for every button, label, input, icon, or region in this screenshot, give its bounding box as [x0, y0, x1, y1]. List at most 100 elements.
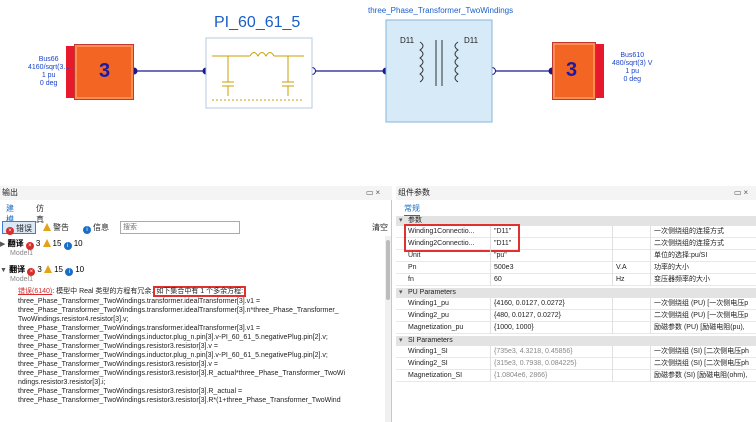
log-line: three_Phase_Transformer_TwoWindings.tran… — [18, 307, 339, 314]
log-line: three_Phase_Transformer_TwoWindings.tran… — [18, 298, 261, 305]
param-unit: V.A — [612, 262, 646, 274]
param-row[interactable]: Magnetization_SI {1.0804e6, 2866} 励磁参数 (… — [396, 370, 756, 382]
param-value[interactable]: {1000, 1000} — [490, 322, 606, 334]
param-desc: 二次侧绕组 (PU) [一次侧电压p — [650, 310, 756, 322]
param-unit — [612, 346, 646, 358]
warning-icon — [42, 239, 51, 247]
param-name: Winding1_pu — [408, 300, 449, 307]
summary-model-2: Model1 — [10, 276, 33, 283]
param-row[interactable]: Winding1_SI {735e3, 4.3218, 0.45856} 一次侧… — [396, 346, 756, 358]
param-row[interactable]: Magnetization_pu {1000, 1000} 励磁参数 (PU) … — [396, 322, 756, 334]
tab-general[interactable]: 常规 — [404, 203, 420, 217]
param-desc: 二次侧绕组的连接方式 — [650, 238, 756, 250]
expand-icon[interactable]: ▶ — [0, 241, 5, 248]
filter-warning-label: 警告 — [53, 223, 69, 232]
log-line: three_Phase_Transformer_TwoWindings.tran… — [18, 325, 261, 332]
param-row[interactable]: Pn 500e3 V.A 功率的大小 — [396, 262, 756, 274]
param-desc: 一次侧绕组的连接方式 — [650, 226, 756, 238]
output-panel-title: 输出 — [0, 186, 392, 200]
param-desc: 单位的选择:pu/SI — [650, 250, 756, 262]
param-name: Unit — [408, 252, 421, 259]
output-panel: 建模 仿真 ×错误 警告 i信息 清空 ▶ 翻译 ×3 15 i10 Model… — [0, 200, 392, 422]
log-line: three_Phase_Transformer_TwoWindings.resi… — [18, 388, 243, 395]
error-code-link[interactable]: 错误(6140) — [18, 288, 52, 295]
log-line: three_Phase_Transformer_TwoWindings.indu… — [18, 352, 328, 359]
bus-left-angle: 0 deg — [39, 80, 58, 87]
winding-left-label: D11 — [400, 36, 415, 45]
param-desc: 一次侧绕组 (PU) [一次侧电压p — [650, 298, 756, 310]
bus-right-number: 3 — [566, 59, 578, 81]
param-value[interactable]: {1.0804e6, 2866} — [490, 370, 606, 382]
info-icon: i — [65, 268, 74, 276]
output-dock-buttons[interactable]: ▭× — [366, 188, 382, 197]
section-si-parameters[interactable]: SI Parameters — [396, 336, 756, 346]
summary-errors: 3 — [35, 239, 41, 248]
param-name: Pn — [408, 264, 417, 271]
summary-label: 翻译 — [9, 265, 26, 274]
pi-line-component[interactable] — [206, 38, 312, 108]
param-unit — [612, 358, 646, 370]
clear-button[interactable]: 清空 — [372, 222, 388, 233]
summary-infos: 10 — [73, 239, 83, 248]
bus-left-pu: 1 pu — [41, 72, 56, 79]
param-unit — [612, 226, 646, 238]
error-log: 错误(6140): 模型中 Real 类型的方程有冗余. 如下集合中有 1 个多余… — [18, 286, 386, 405]
bus-right-pu: 1 pu — [625, 68, 640, 75]
param-desc: 变压器频率的大小 — [650, 274, 756, 286]
summary-infos: 10 — [75, 265, 85, 274]
param-row[interactable]: Unit "pu" 单位的选择:pu/SI — [396, 250, 756, 262]
filter-info-button[interactable]: i 信息 — [80, 221, 112, 234]
param-row[interactable]: fn 60 Hz 变压器频率的大小 — [396, 274, 756, 286]
param-value[interactable]: {315e3, 0.7938, 0.084225} — [490, 358, 606, 370]
summary-warnings: 15 — [52, 239, 62, 248]
param-unit — [612, 298, 646, 310]
section-pu-parameters[interactable]: PU Parameters — [396, 288, 756, 298]
log-line: three_Phase_Transformer_TwoWindings.resi… — [18, 397, 341, 404]
param-row[interactable]: Winding2_pu {480, 0.0127, 0.0272} 二次侧绕组 … — [396, 310, 756, 322]
param-value[interactable]: "pu" — [490, 250, 606, 262]
param-value[interactable]: {4160, 0.0127, 0.0272} — [490, 298, 606, 310]
error-message: : 模型中 Real 类型的方程有冗余. — [52, 288, 154, 295]
param-row[interactable]: Winding1_pu {4160, 0.0127, 0.0272} 一次侧绕组… — [396, 298, 756, 310]
param-unit — [612, 310, 646, 322]
filter-error-button[interactable]: × 错误 — [2, 221, 36, 235]
log-line: three_Phase_Transformer_TwoWindings.indu… — [18, 334, 328, 341]
summary-label: 翻译 — [7, 239, 24, 248]
warning-icon — [44, 265, 53, 273]
param-value[interactable]: {735e3, 4.3218, 0.45856} — [490, 346, 606, 358]
bus-left-voltage: 4160/sqrt(3... — [28, 64, 70, 71]
param-desc: 一次侧绕组 (SI) [二次侧电压ph — [650, 346, 756, 358]
bus-right-side — [596, 44, 604, 98]
param-row[interactable]: Winding2_SI {315e3, 0.7938, 0.084225} 二次… — [396, 358, 756, 370]
param-desc: 二次侧绕组 (SI) [二次侧电压ph — [650, 358, 756, 370]
summary-row-2[interactable]: ▼ 翻译 × 3 15 i 10 — [0, 264, 85, 276]
param-name: Magnetization_pu — [408, 324, 464, 331]
param-value[interactable]: 500e3 — [490, 262, 606, 274]
transformer-component[interactable]: D11 D11 — [386, 20, 492, 122]
param-desc: 励磁参数 (SI) [励磁电阻(ohm), — [650, 370, 756, 382]
param-value[interactable]: 60 — [490, 274, 606, 286]
param-name: Magnetization_SI — [408, 372, 463, 379]
param-unit — [612, 238, 646, 250]
summary-row-1[interactable]: ▶ 翻译 × 3 15 i 10 — [0, 238, 83, 250]
params-panel: 常规 参数 Winding1Connectio... "D11" 一次侧绕组的连… — [396, 200, 756, 422]
bus-right-block[interactable]: 3 — [552, 42, 596, 100]
scrollbar-thumb[interactable] — [386, 240, 390, 300]
param-unit — [612, 370, 646, 382]
bus-right-voltage: 480/sqrt(3) V — [612, 60, 653, 67]
warning-icon — [43, 223, 51, 231]
param-desc: 励磁参数 (PU) [励磁电阻(pu), — [650, 322, 756, 334]
search-input[interactable] — [120, 221, 240, 234]
pi-line-title: PI_60_61_5 — [214, 14, 301, 31]
collapse-icon[interactable]: ▼ — [0, 267, 7, 274]
filter-warning-button[interactable]: 警告 — [40, 221, 72, 234]
bus-right-label: Bus610 480/sqrt(3) V 1 pu 0 deg — [612, 52, 652, 84]
bus-left-block[interactable]: 3 — [74, 44, 134, 100]
output-filter-bar: ×错误 警告 i信息 清空 — [0, 220, 392, 236]
model-diagram-canvas[interactable]: 3 Bus66 4160/sqrt(3... 1 pu 0 deg 3 Bus6… — [0, 0, 756, 186]
error-header: 错误(6140): 模型中 Real 类型的方程有冗余. 如下集合中有 1 个多余… — [18, 286, 386, 297]
info-icon: i — [83, 226, 91, 234]
param-value[interactable]: {480, 0.0127, 0.0272} — [490, 310, 606, 322]
output-scrollbar[interactable] — [385, 236, 391, 422]
params-dock-buttons[interactable]: ▭× — [734, 188, 750, 197]
